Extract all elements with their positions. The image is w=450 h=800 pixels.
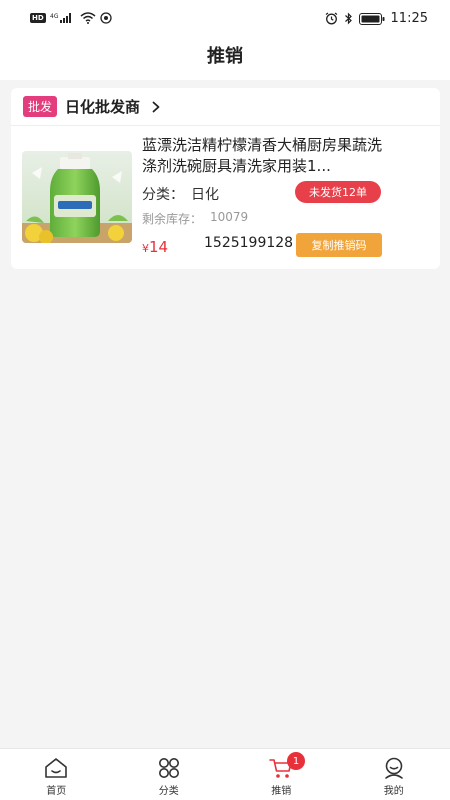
price-value: 14 — [149, 238, 169, 256]
stock-label: 剩余库存： — [142, 212, 203, 226]
tab-label: 我的 — [383, 786, 404, 797]
product-image — [22, 151, 132, 243]
chevron-right-icon — [152, 101, 160, 112]
home-icon — [45, 758, 68, 778]
hd-badge: HD — [30, 13, 46, 23]
wholesale-tag: 批发 — [23, 96, 58, 117]
status-time: 11:25 — [390, 11, 428, 26]
signal-icon: 4G — [50, 13, 71, 23]
price-symbol: ¥ — [142, 242, 149, 255]
product-title: 蓝漂洗洁精柠檬清香大桶厨房果蔬洗涤剂洗碗厨具清洗家用装1... — [142, 136, 383, 175]
status-left: HD 4G — [30, 12, 112, 24]
battery-icon — [358, 12, 385, 25]
page-header: 推销 — [0, 38, 450, 80]
status-bar: HD 4G 11:25 — [0, 0, 450, 38]
alarm-icon — [325, 12, 337, 25]
tab-mine[interactable]: 我的 — [338, 749, 450, 800]
tab-label: 分类 — [158, 786, 179, 797]
unshipped-orders-badge[interactable]: 未发货12单 — [295, 181, 381, 203]
shop-name: 日化批发商 — [65, 98, 141, 116]
stock-value: 10079 — [210, 210, 249, 224]
phone-number: 1525199128 — [204, 235, 294, 251]
shop-row[interactable]: 批发 日化批发商 — [11, 88, 440, 126]
page-title: 推销 — [207, 46, 243, 67]
tab-home[interactable]: 首页 — [0, 749, 113, 800]
category-value: 日化 — [191, 187, 219, 203]
copy-promo-code-button[interactable]: 复制推销码 — [296, 233, 382, 257]
tab-promote[interactable]: 1 推销 — [225, 749, 338, 800]
cart-count-badge: 1 — [287, 752, 305, 770]
category-label: 分类： — [142, 187, 184, 203]
svg-text:4G: 4G — [50, 13, 59, 20]
tab-label: 推销 — [271, 786, 292, 797]
profile-icon — [384, 757, 403, 779]
status-right: 11:25 — [325, 11, 428, 26]
sync-icon — [100, 12, 112, 24]
tab-category[interactable]: 分类 — [113, 749, 226, 800]
tab-label: 首页 — [46, 786, 67, 797]
wifi-icon — [80, 12, 96, 24]
order-card: 批发 日化批发商 蓝漂洗洁精柠檬清香大桶厨房果蔬洗涤剂洗碗厨具清洗家用装1...… — [11, 88, 440, 269]
price: ¥14 — [142, 237, 168, 256]
grid-icon — [158, 758, 179, 778]
bottom-tab-bar: 首页 分类 1 推销 我的 — [0, 748, 450, 800]
bluetooth-icon — [344, 12, 352, 25]
product-item[interactable]: 蓝漂洗洁精柠檬清香大桶厨房果蔬洗涤剂洗碗厨具清洗家用装1... 分类： 日化 未… — [11, 126, 440, 269]
